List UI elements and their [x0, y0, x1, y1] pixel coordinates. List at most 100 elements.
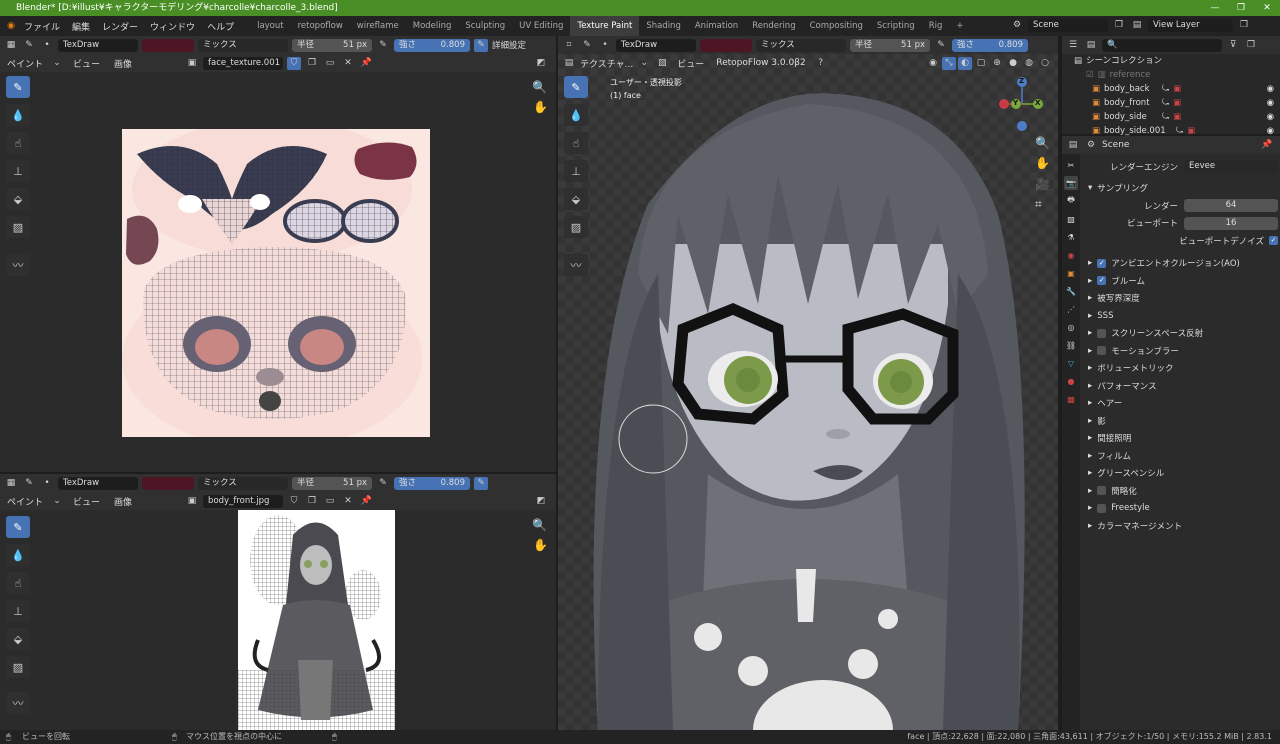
- view-layer-icon[interactable]: ▤: [1130, 19, 1144, 32]
- image-icon[interactable]: ▣: [185, 57, 199, 70]
- outliner-item-reference[interactable]: ☑ ▥ reference: [1062, 68, 1280, 82]
- blend-mode[interactable]: ミックス: [198, 38, 288, 52]
- strength-pressure-icon[interactable]: ✎: [474, 38, 488, 52]
- shading-wire-icon[interactable]: ⊕: [990, 57, 1004, 70]
- tab-animation[interactable]: Animation: [688, 16, 745, 36]
- ortho-toggle-icon[interactable]: ⌗: [1035, 197, 1042, 212]
- render-section[interactable]: ▸ グリースペンシル: [1082, 465, 1278, 483]
- output-tab-icon[interactable]: 🖶: [1064, 194, 1078, 208]
- brush-preset-icon[interactable]: •: [40, 39, 54, 52]
- clone-tool-icon[interactable]: ⊥: [6, 160, 30, 182]
- scene-icon[interactable]: ⚙: [1010, 19, 1024, 32]
- editor-type-icon[interactable]: ▤: [1066, 139, 1080, 152]
- brush-icon[interactable]: ✎: [22, 477, 36, 490]
- texture-tab-icon[interactable]: ▩: [1064, 392, 1078, 406]
- display-mode-icon[interactable]: ▤: [1084, 39, 1098, 52]
- copy-layer-icon[interactable]: ❐: [1237, 19, 1251, 32]
- clone-tool-icon[interactable]: ⊥: [6, 600, 30, 622]
- outliner-item-body-side[interactable]: ▣ body_side ⤿ ▣ ◉: [1062, 110, 1280, 124]
- outliner-search-input[interactable]: 🔍: [1102, 38, 1222, 52]
- smear-tool-icon[interactable]: ☝: [6, 572, 30, 594]
- draw-tool-icon[interactable]: ✎: [6, 76, 30, 98]
- unlink-icon[interactable]: ✕: [341, 57, 355, 70]
- tab-rendering[interactable]: Rendering: [745, 16, 802, 36]
- tool-tab-icon[interactable]: ✂: [1064, 158, 1078, 172]
- scene-tab-icon[interactable]: ⚗: [1064, 230, 1078, 244]
- editor-type-icon[interactable]: ⌗: [562, 39, 576, 52]
- shading-solid-icon[interactable]: ●: [1006, 57, 1020, 70]
- data-tab-icon[interactable]: ▽: [1064, 356, 1078, 370]
- help-icon[interactable]: ?: [814, 57, 828, 70]
- fake-user-icon[interactable]: ⛉: [287, 56, 302, 70]
- brush-color[interactable]: [142, 476, 194, 490]
- pin-icon[interactable]: 📌: [1260, 139, 1274, 152]
- viewport-zoom-icon[interactable]: 🔍: [1035, 136, 1050, 150]
- navigation-gizmo[interactable]: Y Z X: [996, 74, 1056, 134]
- visibility-eye-icon[interactable]: ◉: [1267, 82, 1274, 96]
- radius-slider[interactable]: 半径 51 px: [292, 476, 372, 490]
- tab-compositing[interactable]: Compositing: [803, 16, 870, 36]
- brush-preset-icon[interactable]: •: [598, 39, 612, 52]
- world-tab-icon[interactable]: ◉: [1064, 248, 1078, 262]
- outliner-item-body-front[interactable]: ▣ body_front ⤿ ▣ ◉: [1062, 96, 1280, 110]
- menu-file[interactable]: ファイル: [18, 20, 66, 33]
- strength-pressure-icon[interactable]: ✎: [474, 476, 488, 490]
- unlink-icon[interactable]: ✕: [341, 495, 355, 508]
- radius-slider[interactable]: 半径 51 px: [292, 38, 372, 52]
- modifier-tab-icon[interactable]: 🔧: [1064, 284, 1078, 298]
- render-section[interactable]: ▸ 簡略化: [1082, 482, 1278, 500]
- menu-edit[interactable]: 編集: [66, 20, 96, 33]
- fill-tool-icon[interactable]: ⬙: [6, 628, 30, 650]
- filter-icon[interactable]: ⊽: [1226, 39, 1240, 52]
- tab-wireflame[interactable]: wireflame: [350, 16, 406, 36]
- brush-color[interactable]: [142, 38, 194, 52]
- maximize-button[interactable]: ❐: [1228, 0, 1254, 16]
- render-section[interactable]: ▸ パフォーマンス: [1082, 377, 1278, 395]
- shading-material-icon[interactable]: ◍: [1022, 57, 1036, 70]
- brush-preset-icon[interactable]: •: [40, 477, 54, 490]
- gizmo-toggle-icon[interactable]: ⤡: [942, 56, 956, 70]
- object-tab-icon[interactable]: ▣: [1064, 266, 1078, 280]
- soften-tool-icon[interactable]: 💧: [6, 544, 30, 566]
- duplicate-icon[interactable]: ❐: [305, 495, 319, 508]
- brush-name[interactable]: TexDraw: [58, 476, 138, 490]
- texture-slot-icon[interactable]: ▧: [655, 57, 669, 70]
- pin-icon[interactable]: 📌: [359, 57, 373, 70]
- image-icon[interactable]: ▣: [185, 495, 199, 508]
- tab-rig[interactable]: Rig: [922, 16, 950, 36]
- section-enable-checkbox[interactable]: [1097, 328, 1107, 338]
- menu-image[interactable]: 画像: [109, 57, 137, 70]
- tab-retopoflow[interactable]: retopoflow: [291, 16, 350, 36]
- uv-texture-canvas[interactable]: [122, 129, 430, 437]
- render-section[interactable]: ▸ モーションブラー: [1082, 342, 1278, 360]
- strength-slider[interactable]: 強さ 0.809: [394, 38, 470, 52]
- physics-tab-icon[interactable]: ◎: [1064, 320, 1078, 334]
- denoise-row[interactable]: ビューポートデノイズ ✓: [1082, 232, 1278, 250]
- overlay-toggle-icon[interactable]: ◐: [958, 56, 972, 70]
- brush-color[interactable]: [700, 38, 752, 52]
- open-folder-icon[interactable]: ▭: [323, 495, 337, 508]
- menu-paint[interactable]: ペイント: [4, 57, 46, 70]
- blend-mode[interactable]: ミックス: [756, 38, 846, 52]
- menu-view[interactable]: ビュー: [68, 57, 105, 70]
- pressure-icon[interactable]: ✎: [376, 477, 390, 490]
- brush-icon[interactable]: ✎: [580, 39, 594, 52]
- render-section[interactable]: ▸ フィルム: [1082, 447, 1278, 465]
- tab-scripting[interactable]: Scripting: [870, 16, 922, 36]
- render-section[interactable]: ▸ 影: [1082, 412, 1278, 430]
- scene-selector[interactable]: Scene: [1028, 19, 1108, 32]
- section-enable-checkbox[interactable]: ✓: [1097, 276, 1107, 286]
- mask-tool-icon[interactable]: ▨: [6, 656, 30, 678]
- tab-uv-editing[interactable]: UV Editing: [512, 16, 570, 36]
- editor-type-icon[interactable]: ▦: [4, 39, 18, 52]
- sampling-section[interactable]: ▾ サンプリング: [1082, 180, 1278, 198]
- viewport-pan-icon[interactable]: ✋: [1035, 156, 1050, 170]
- tab-texture-paint[interactable]: Texture Paint: [570, 16, 640, 36]
- section-enable-checkbox[interactable]: ✓: [1097, 258, 1107, 268]
- viewport-samples-field[interactable]: 16: [1184, 216, 1278, 230]
- copy-icon[interactable]: ❐: [1112, 19, 1126, 32]
- render-section[interactable]: ▸ ボリューメトリック: [1082, 360, 1278, 378]
- view-layer-selector[interactable]: View Layer: [1148, 19, 1233, 32]
- image-name-field[interactable]: body_front.jpg: [203, 494, 284, 508]
- radius-slider[interactable]: 半径 51 px: [850, 38, 930, 52]
